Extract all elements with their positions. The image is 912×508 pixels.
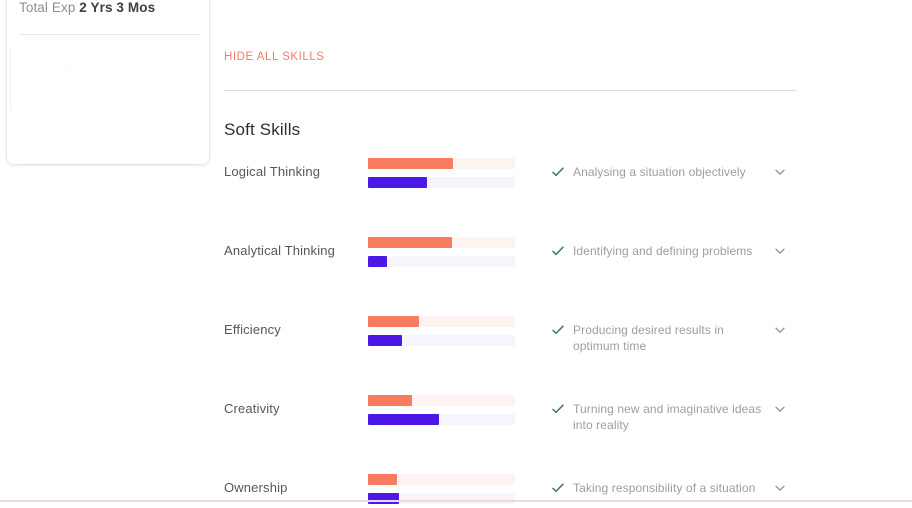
skill-description: Analysing a situation objectively	[573, 165, 746, 179]
skill-description-wrap: Producing desired results in optimum tim…	[515, 313, 796, 354]
skill-row: Ownership Taking responsibility of a situ…	[224, 471, 796, 508]
skill-name: Ownership	[224, 480, 288, 495]
chevron-down-icon[interactable]	[773, 481, 787, 495]
skill-name: Logical Thinking	[224, 164, 321, 179]
skill-bar-track-blue	[368, 256, 515, 267]
skill-bar-track-blue	[368, 177, 515, 188]
profile-summary-card: Total Exp 2 Yrs 3 Mos . ' .	[7, 0, 209, 164]
section-divider	[224, 90, 796, 91]
card-faint-rail	[10, 48, 11, 110]
chevron-down-icon[interactable]	[773, 244, 787, 258]
skill-bars	[368, 234, 515, 267]
skills-list: Logical Thinking Analysing a situation ob…	[224, 155, 796, 508]
skill-bar-fill-coral	[368, 395, 413, 406]
skill-bar-track-coral	[368, 474, 515, 485]
skill-name: Efficiency	[224, 322, 281, 337]
check-icon	[551, 402, 565, 416]
skill-bar-track-coral	[368, 395, 515, 406]
skill-description-wrap: Identifying and defining problems	[515, 234, 796, 259]
skill-bars	[368, 313, 515, 346]
skill-description-wrap: Turning new and imaginative ideas into r…	[515, 392, 796, 433]
skill-bar-track-coral	[368, 237, 515, 248]
bottom-rule	[0, 500, 912, 502]
skill-description: Taking responsibility of a situation	[573, 481, 756, 495]
skill-row: Logical Thinking Analysing a situation ob…	[224, 155, 796, 234]
skill-description-wrap: Analysing a situation objectively	[515, 155, 796, 180]
check-icon	[551, 323, 565, 337]
total-experience-label: Total Exp	[19, 0, 76, 15]
total-experience: Total Exp 2 Yrs 3 Mos	[19, 0, 155, 15]
skill-description: Turning new and imaginative ideas into r…	[573, 402, 762, 432]
chevron-down-icon[interactable]	[773, 323, 787, 337]
skill-bar-track-blue	[368, 335, 515, 346]
skill-bar-track-coral	[368, 158, 515, 169]
card-faint-text-1: .	[23, 40, 26, 50]
check-icon	[551, 244, 565, 258]
card-divider	[19, 34, 199, 35]
skill-name: Creativity	[224, 401, 280, 416]
skill-bar-fill-coral	[368, 237, 452, 248]
skill-bar-fill-blue	[368, 256, 388, 267]
skill-bar-fill-coral	[368, 316, 420, 327]
check-icon	[551, 481, 565, 495]
skill-bar-track-coral	[368, 316, 515, 327]
page-title: Soft Skills	[224, 120, 301, 139]
skill-row: Efficiency Producing desired results in o…	[224, 313, 796, 392]
hide-all-skills-button[interactable]: HIDE ALL SKILLS	[224, 51, 325, 63]
skill-description-wrap: Taking responsibility of a situation	[515, 471, 796, 496]
skill-name: Analytical Thinking	[224, 243, 336, 258]
skill-bar-fill-blue	[368, 177, 427, 188]
skill-bar-fill-blue	[368, 414, 439, 425]
skill-bar-fill-coral	[368, 158, 454, 169]
skill-bars	[368, 155, 515, 188]
skill-bar-track-blue	[368, 414, 515, 425]
skill-description: Producing desired results in optimum tim…	[573, 323, 724, 353]
skill-bar-fill-blue	[368, 335, 402, 346]
card-faint-text-2: ' .	[23, 60, 84, 70]
skill-bar-fill-coral	[368, 474, 398, 485]
chevron-down-icon[interactable]	[773, 165, 787, 179]
skill-row: Analytical Thinking Identifying and defin…	[224, 234, 796, 313]
skill-bars	[368, 392, 515, 425]
skill-bar-track-blue	[368, 493, 515, 504]
skill-description: Identifying and defining problems	[573, 244, 753, 258]
chevron-down-icon[interactable]	[773, 402, 787, 416]
skills-page: Total Exp 2 Yrs 3 Mos . ' . HIDE ALL SKI…	[0, 0, 912, 508]
skill-row: Creativity Turning new and imaginative id…	[224, 392, 796, 471]
total-experience-value: 2 Yrs 3 Mos	[79, 0, 156, 15]
check-icon	[551, 165, 565, 179]
skill-bar-fill-blue	[368, 493, 399, 504]
